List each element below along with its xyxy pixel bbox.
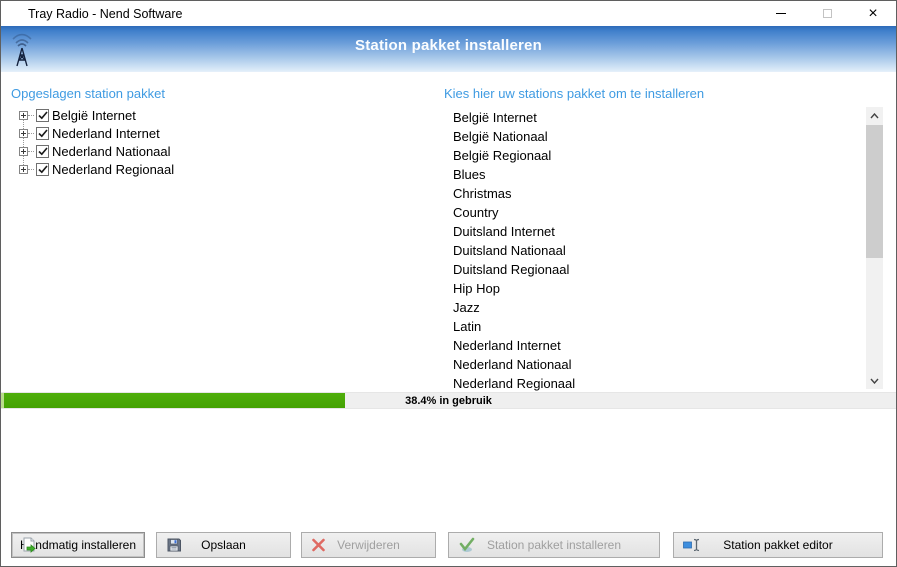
package-list-item[interactable]: Blues (453, 165, 853, 184)
saved-package-tree: België Internet Nederland Internet Nederla… (15, 106, 174, 178)
scrollbar-up-button[interactable] (866, 107, 883, 124)
header-banner: Station pakket installeren (1, 26, 896, 72)
page-title: Station pakket installeren (355, 37, 542, 54)
package-list-item[interactable]: België Regionaal (453, 146, 853, 165)
chevron-up-icon (870, 112, 879, 118)
tree-item-label[interactable]: Nederland Nationaal (52, 144, 171, 159)
saved-package-label: Opgeslagen station pakket (11, 86, 165, 101)
package-list-item[interactable]: Duitsland Internet (453, 222, 853, 241)
button-label: Verwijderen (337, 538, 400, 552)
window-title: Tray Radio - Nend Software (28, 6, 183, 21)
tree-item-checkbox[interactable] (36, 144, 49, 158)
expand-plus-icon[interactable] (19, 146, 28, 156)
minimize-button[interactable] (758, 1, 804, 26)
package-list-item[interactable]: België Nationaal (453, 127, 853, 146)
scrollbar-thumb[interactable] (866, 125, 883, 258)
expand-plus-icon[interactable] (19, 164, 28, 174)
button-label: Station pakket editor (723, 538, 833, 552)
install-check-icon (458, 537, 475, 553)
tree-item-checkbox[interactable] (36, 126, 49, 140)
choose-package-label: Kies hier uw stations pakket om te insta… (444, 86, 705, 101)
package-list-item[interactable]: Duitsland Nationaal (453, 241, 853, 260)
package-list-item[interactable]: Duitsland Regionaal (453, 260, 853, 279)
expand-plus-icon[interactable] (19, 128, 28, 138)
manual-install-button[interactable]: Handmatig installeren (11, 532, 145, 558)
scrollbar-down-button[interactable] (866, 372, 883, 389)
delete-x-icon (311, 538, 326, 553)
package-list-item[interactable]: Hip Hop (453, 279, 853, 298)
package-list-item[interactable]: België Internet (453, 108, 853, 127)
tree-connector-dots (28, 132, 34, 134)
app-window: Tray Radio - Nend Software × Station pak… (0, 0, 897, 567)
close-icon: × (868, 4, 878, 22)
tree-row: België Internet (15, 106, 174, 124)
tree-item-label[interactable]: Nederland Regionaal (52, 162, 174, 177)
usage-progressbar: 38.4% in gebruik (1, 392, 896, 409)
document-add-icon (21, 537, 37, 553)
tree-row: Nederland Nationaal (15, 142, 174, 160)
title-bar: Tray Radio - Nend Software × (1, 1, 896, 26)
button-label: Station pakket installeren (486, 538, 622, 552)
chevron-down-icon (870, 378, 879, 384)
maximize-button (804, 1, 850, 26)
tree-row: Nederland Regionaal (15, 160, 174, 178)
save-disk-icon (166, 537, 182, 553)
package-list: België Internet België Nationaal België Re… (453, 108, 853, 393)
expand-plus-icon[interactable] (19, 110, 28, 120)
package-list-item[interactable]: Nederland Regionaal (453, 374, 853, 393)
list-scrollbar[interactable] (866, 107, 883, 389)
minimize-icon (776, 13, 786, 14)
save-button[interactable]: Opslaan (156, 532, 291, 558)
tree-item-checkbox[interactable] (36, 108, 49, 122)
package-editor-button[interactable]: Station pakket editor (673, 532, 883, 558)
maximize-icon (822, 9, 832, 18)
edit-cursor-icon (683, 538, 701, 552)
button-label: Handmatig installeren (19, 538, 137, 552)
package-list-item[interactable]: Jazz (453, 298, 853, 317)
package-list-item[interactable]: Nederland Nationaal (453, 355, 853, 374)
window-controls: × (758, 1, 896, 26)
tree-item-label[interactable]: België Internet (52, 108, 136, 123)
tree-item-checkbox[interactable] (36, 162, 49, 176)
tree-row: Nederland Internet (15, 124, 174, 142)
package-list-item[interactable]: Latin (453, 317, 853, 336)
close-button[interactable]: × (850, 1, 896, 26)
package-list-item[interactable]: Nederland Internet (453, 336, 853, 355)
tree-connector-dots (28, 168, 34, 170)
package-list-item[interactable]: Country (453, 203, 853, 222)
tree-connector-dots (28, 150, 34, 152)
tree-connector-dots (28, 114, 34, 116)
package-list-item[interactable]: Christmas (453, 184, 853, 203)
delete-button: Verwijderen (301, 532, 436, 558)
progress-label: 38.4% in gebruik (405, 395, 492, 407)
button-label: Opslaan (201, 538, 246, 552)
install-package-button: Station pakket installeren (448, 532, 660, 558)
tree-item-label[interactable]: Nederland Internet (52, 126, 160, 141)
